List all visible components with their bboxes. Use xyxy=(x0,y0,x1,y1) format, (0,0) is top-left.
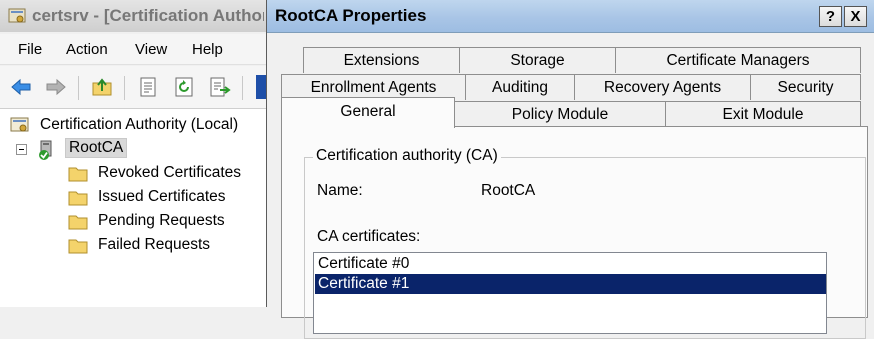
forward-icon[interactable] xyxy=(44,75,68,99)
menu-file[interactable]: File xyxy=(18,41,42,58)
menu-view[interactable]: View xyxy=(135,41,167,58)
rootca-properties-dialog: RootCA Properties ? X Extensions Storage… xyxy=(266,0,874,339)
certsrv-app-icon xyxy=(8,8,26,23)
list-item-certificate-1[interactable]: Certificate #1 xyxy=(315,274,826,294)
tab-policy-module[interactable]: Policy Module xyxy=(454,101,666,127)
ca-certificates-label: CA certificates: xyxy=(317,228,421,245)
tab-general[interactable]: General xyxy=(281,97,455,128)
export-list-icon[interactable] xyxy=(208,75,232,99)
folder-icon xyxy=(68,239,88,254)
menu-action[interactable]: Action xyxy=(66,41,108,58)
refresh-icon[interactable] xyxy=(172,75,196,99)
ca-certificates-list[interactable]: Certificate #0 Certificate #1 xyxy=(313,252,827,334)
help-button[interactable]: ? xyxy=(819,6,842,27)
ca-groupbox: Certification authority (CA) Name: RootC… xyxy=(304,147,866,339)
folder-icon xyxy=(68,191,88,206)
ca-server-check-icon xyxy=(39,140,52,160)
tree-label: Certification Authority (Local) xyxy=(40,116,239,133)
folder-icon xyxy=(68,215,88,230)
help-toolbar-icon[interactable] xyxy=(256,75,266,99)
certsrv-window-title: certsrv - [Certification Authority (Loca… xyxy=(32,6,264,25)
general-tab-panel: Certification authority (CA) Name: RootC… xyxy=(281,126,868,339)
tab-certificate-managers[interactable]: Certificate Managers xyxy=(615,47,861,73)
up-folder-icon[interactable] xyxy=(90,75,114,99)
toolbar-separator xyxy=(78,76,79,100)
tree-label: Failed Requests xyxy=(98,236,211,253)
dialog-titlebar[interactable]: RootCA Properties ? X xyxy=(267,0,874,33)
folder-icon xyxy=(68,167,88,182)
dialog-title: RootCA Properties xyxy=(275,6,427,25)
tree-label: Revoked Certificates xyxy=(98,164,242,181)
certificate-authority-icon xyxy=(10,117,29,132)
properties-icon[interactable] xyxy=(136,75,160,99)
collapse-icon[interactable] xyxy=(16,144,27,155)
tab-recovery-agents[interactable]: Recovery Agents xyxy=(574,74,751,100)
groupbox-title: Certification authority (CA) xyxy=(313,147,501,165)
close-button[interactable]: X xyxy=(844,6,867,27)
toolbar-separator xyxy=(124,76,125,100)
name-value: RootCA xyxy=(481,182,536,199)
toolbar-separator xyxy=(242,76,243,100)
tab-exit-module[interactable]: Exit Module xyxy=(665,101,861,127)
list-item-certificate-0[interactable]: Certificate #0 xyxy=(315,254,826,274)
menu-help[interactable]: Help xyxy=(192,41,223,58)
tab-security[interactable]: Security xyxy=(750,74,861,100)
console-tree: Certification Authority (Local) RootCA R… xyxy=(0,109,268,307)
tab-auditing[interactable]: Auditing xyxy=(465,74,575,100)
tree-label: Issued Certificates xyxy=(98,188,226,205)
tree-label-rootca: RootCA xyxy=(65,138,128,158)
back-icon[interactable] xyxy=(9,75,33,99)
tree-label: Pending Requests xyxy=(98,212,225,229)
name-label: Name: xyxy=(317,182,363,199)
tab-extensions[interactable]: Extensions xyxy=(303,47,460,73)
tab-storage[interactable]: Storage xyxy=(459,47,616,73)
